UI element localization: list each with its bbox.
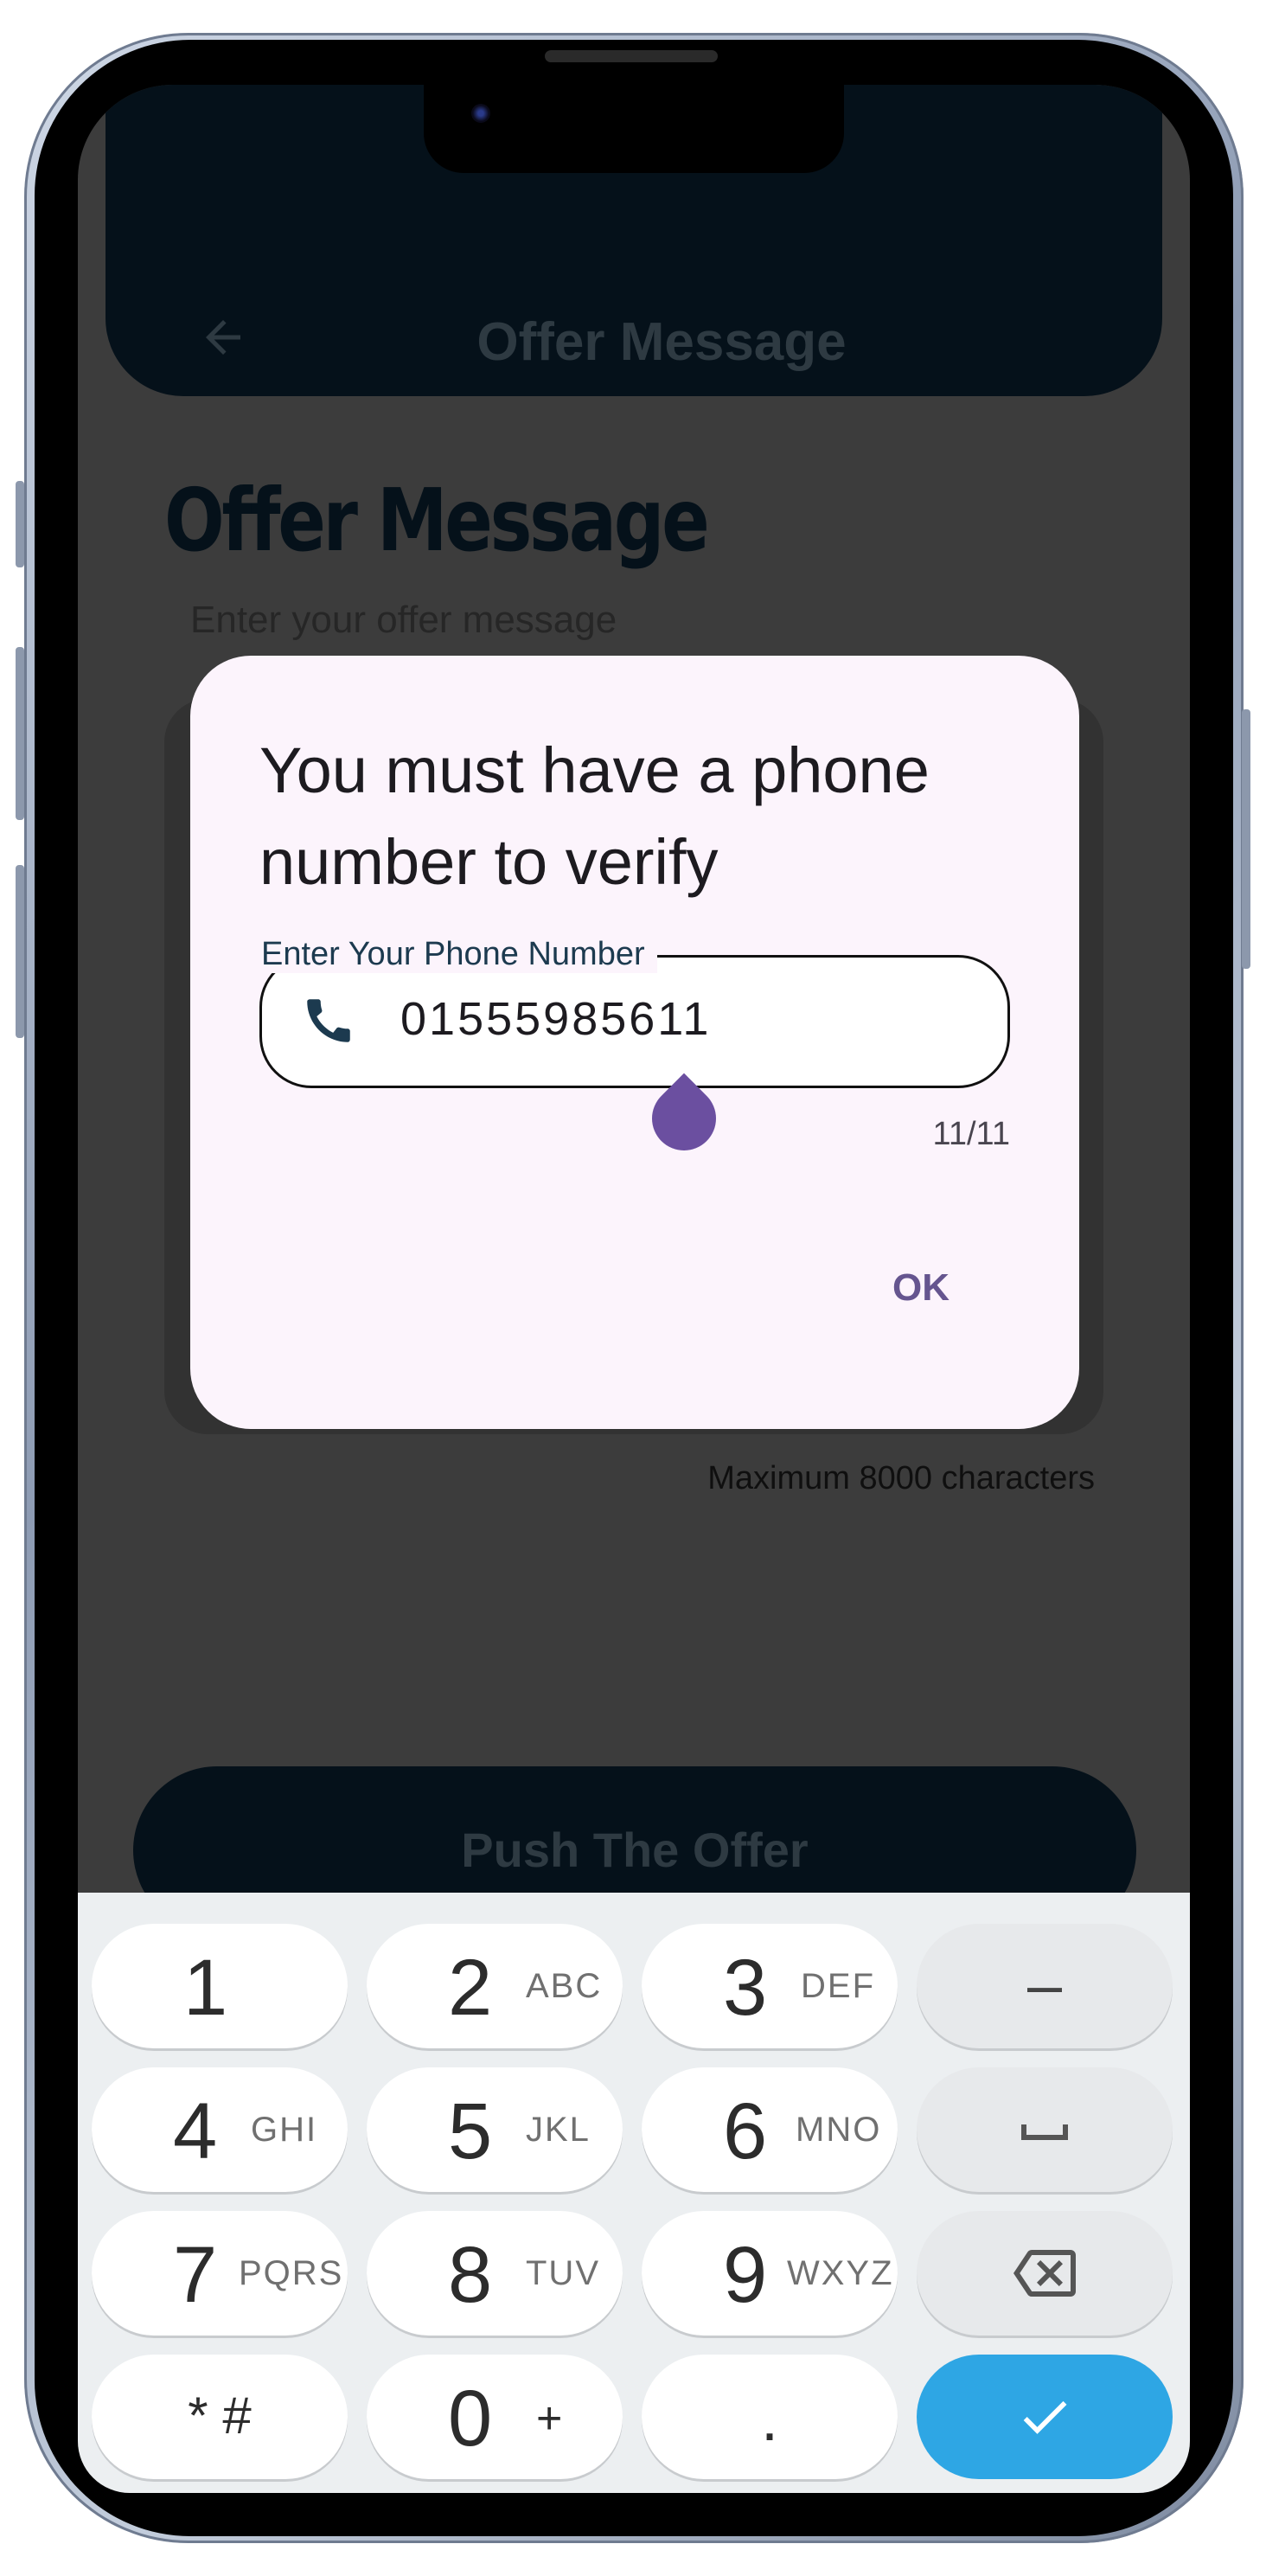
app-bar-title: Offer Message	[476, 312, 847, 372]
key-star-hash[interactable]: * #	[92, 2355, 348, 2479]
phone-field-label: Enter Your Phone Number	[249, 936, 657, 973]
dialog-title: You must have a phone number to verify	[259, 734, 930, 898]
key-9[interactable]: 9 WXYZ	[642, 2211, 898, 2336]
phone-verify-dialog: You must have a phone number to verify 0…	[190, 656, 1079, 1429]
key-digit: 8	[448, 2231, 493, 2319]
dash-symbol: –	[1026, 1951, 1063, 2020]
key-letters: MNO	[796, 2111, 882, 2149]
key-digit: 1	[183, 1944, 228, 2032]
key-letters: WXYZ	[787, 2254, 894, 2292]
key-6[interactable]: 6 MNO	[642, 2067, 898, 2192]
volume-down-button	[16, 865, 24, 1038]
check-icon	[1023, 2400, 1067, 2434]
key-dash[interactable]: –	[917, 1924, 1173, 2048]
power-button	[1242, 709, 1250, 969]
phone-number-input[interactable]: 01555985611	[259, 955, 1010, 1088]
key-space[interactable]	[917, 2067, 1173, 2192]
screen: Offer Message Offer Message Enter your o…	[78, 85, 1190, 2493]
key-2[interactable]: 2 ABC	[367, 1924, 623, 2048]
key-digit: * #	[188, 2387, 252, 2445]
key-digit: 3	[723, 1944, 768, 2032]
key-letters: JKL	[526, 2111, 591, 2149]
key-done[interactable]	[917, 2355, 1173, 2479]
key-0[interactable]: 0 +	[367, 2355, 623, 2479]
key-dot[interactable]: .	[642, 2355, 898, 2479]
key-digit: 6	[723, 2087, 768, 2176]
key-digit: .	[760, 2385, 778, 2454]
max-chars-label: Maximum 8000 characters	[707, 1460, 1095, 1496]
ok-button[interactable]: OK	[892, 1266, 950, 1310]
key-digit: 7	[173, 2231, 218, 2319]
volume-up-button	[16, 647, 24, 820]
key-4[interactable]: 4 GHI	[92, 2067, 348, 2192]
key-letters: +	[536, 2393, 565, 2444]
key-digit: 9	[723, 2231, 768, 2319]
backspace-icon	[1013, 2250, 1076, 2297]
key-digit: 0	[448, 2374, 493, 2463]
key-digit: 5	[448, 2087, 493, 2176]
key-letters: DEF	[801, 1967, 875, 2005]
speaker-grille	[545, 50, 718, 62]
key-digit: 2	[448, 1944, 493, 2032]
key-letters: TUV	[526, 2254, 600, 2292]
phone-icon	[307, 999, 350, 1042]
numeric-keyboard: 1 2 ABC 3 DEF – 4 GHI 5 JKL 6 MNO 7 PQRS…	[78, 1893, 1190, 2493]
key-backspace[interactable]	[917, 2211, 1173, 2336]
key-letters: ABC	[526, 1967, 603, 2005]
key-letters: PQRS	[239, 2254, 344, 2292]
offer-hint: Enter your offer message	[190, 599, 617, 641]
character-counter: 11/11	[932, 1116, 1010, 1152]
key-letters: GHI	[251, 2111, 318, 2149]
notch	[424, 85, 844, 173]
key-3[interactable]: 3 DEF	[642, 1924, 898, 2048]
key-digit: 4	[173, 2087, 218, 2176]
key-5[interactable]: 5 JKL	[367, 2067, 623, 2192]
space-icon	[1021, 2124, 1068, 2140]
key-1[interactable]: 1	[92, 1924, 348, 2048]
key-8[interactable]: 8 TUV	[367, 2211, 623, 2336]
section-title: Offer Message	[164, 470, 710, 571]
side-button	[16, 481, 24, 567]
phone-number-value: 01555985611	[400, 993, 712, 1045]
front-camera	[471, 104, 490, 123]
key-7[interactable]: 7 PQRS	[92, 2211, 348, 2336]
